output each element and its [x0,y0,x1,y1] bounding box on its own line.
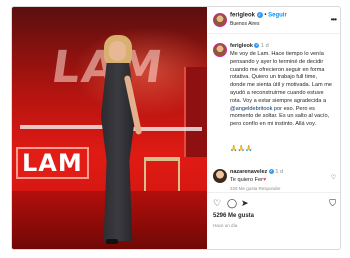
post-header: ferigleok ✓ • Seguir Buenos Aires ••• [207,7,340,34]
caption-text: Me voy de Lam. Hace tiempo lo venía pens… [230,51,334,129]
author-username[interactable]: ferigleok [230,13,255,19]
caption-user-line: ferigleok ✓ 1 d [230,43,269,49]
comment-body: Te quiero Fer [230,177,263,183]
heart-emoji-icon: ♥ [262,177,267,183]
comment-bubble-icon[interactable]: ◯ [227,198,237,208]
mention-handle-tail: ok por [266,105,283,112]
more-options-icon[interactable]: ••• [331,15,337,24]
comment-text: Te quiero Fer♥ [230,177,266,183]
caption-time: 1 d [261,43,269,49]
like-heart-icon[interactable]: ♡ [213,198,221,208]
post-sidebar: ferigleok ✓ • Seguir Buenos Aires ••• fe… [207,7,340,249]
set-screen [184,67,207,157]
likes-count[interactable]: 5296 Me gusta [213,213,254,219]
post-photo[interactable]: LAM LAM [12,7,207,249]
presenter-figure [94,35,143,247]
verified-badge-icon: ✓ [254,43,260,49]
caption-mention[interactable]: @angeldebritook por [230,106,282,112]
caption-emojis: 🙏🙏🙏 [230,146,253,152]
comment-item: nazarenavelez ✓ 1 d Te quiero Fer♥ 229 M… [207,168,340,194]
set-logo-sign: LAM [16,147,89,179]
presenter-shoe [106,239,118,244]
commenter-username[interactable]: nazarenavelez [230,169,267,175]
comment-time: 1 d [275,169,284,175]
verified-badge-icon: ✓ [256,12,263,18]
share-send-icon[interactable]: ➤ [241,198,249,208]
mention-handle: @angeldebrito [230,105,267,112]
presenter-face [109,41,126,61]
comment-user-line: nazarenavelez ✓ 1 d [230,169,283,175]
author-avatar[interactable] [213,13,227,27]
caption-body-start: Me voy de Lam. Hace tiempo lo venía pens… [230,51,332,104]
save-bookmark-icon[interactable]: ⛉ [329,198,336,208]
post-date: Hace un día [213,223,238,228]
follow-button[interactable]: Seguir [268,13,287,19]
verified-badge-icon: ✓ [268,169,274,175]
post-actions: ♡ ◯ ➤ ⛉ 5296 Me gusta Hace un día [207,192,340,249]
caption-avatar[interactable] [213,43,227,57]
comment-like-icon[interactable]: ♡ [331,174,336,181]
commenter-avatar[interactable] [213,169,227,183]
instagram-post-card: LAM LAM ferigleok ✓ • Seguir Buenos Aire… [11,6,341,250]
comment-meta[interactable]: 229 Me gusta Responder [230,186,281,191]
post-location[interactable]: Buenos Aires [230,21,259,27]
set-desk-right [132,127,202,131]
caption-username[interactable]: ferigleok [230,43,253,49]
separator-dot: • [264,12,267,19]
header-user-line: ferigleok ✓ • Seguir [230,12,287,19]
